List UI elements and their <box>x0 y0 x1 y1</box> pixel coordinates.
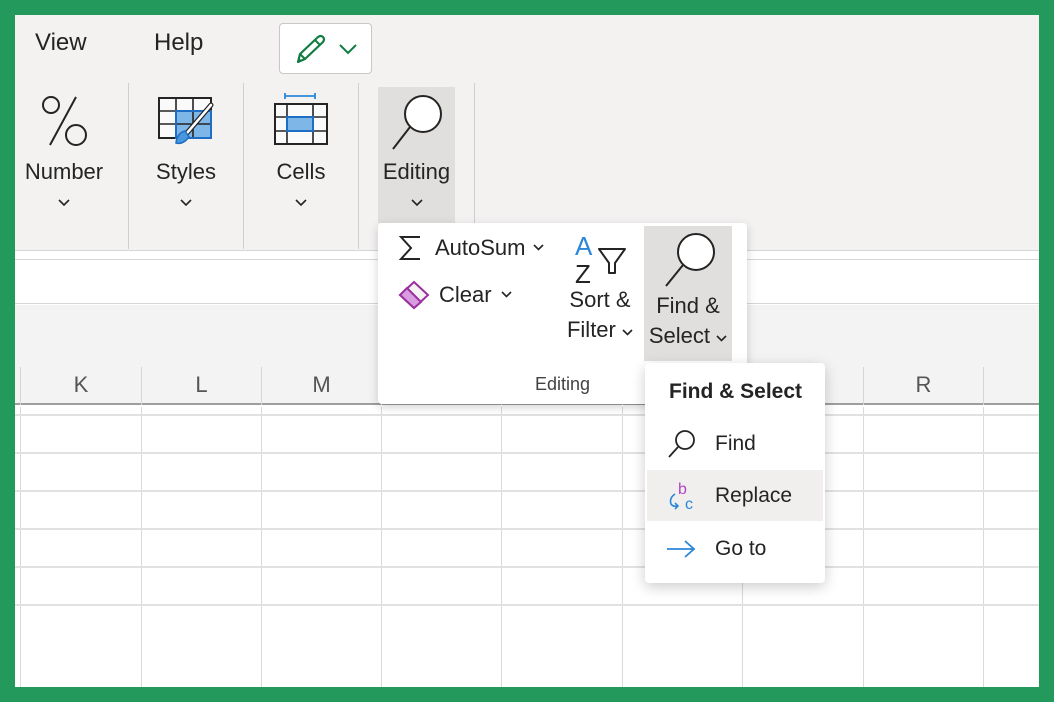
chevron-down-icon <box>339 44 357 55</box>
grid-line <box>15 414 1039 416</box>
sort-filter-icon: A Z <box>575 231 626 285</box>
chevron-down-icon <box>622 329 633 336</box>
column-header-m[interactable]: M <box>261 367 381 405</box>
grid-line <box>20 407 21 687</box>
clear-button[interactable]: Clear <box>398 280 512 310</box>
group-label-number: Number <box>24 159 104 184</box>
ribbon: View Help Number Styles Cells Editing <box>15 15 1039 251</box>
column-header-l[interactable]: L <box>141 367 261 405</box>
menu-item-find-label: Find <box>715 431 756 455</box>
ribbon-group-editing[interactable]: Editing <box>378 87 455 223</box>
magnifier-icon <box>391 95 442 150</box>
grid-line <box>381 407 382 687</box>
svg-text:Z: Z <box>575 259 591 285</box>
chevron-down-icon <box>501 291 512 298</box>
group-label-editing: Editing <box>382 159 451 184</box>
sort-filter-button[interactable]: A Z Sort & Filter <box>561 231 639 361</box>
grid-line <box>501 407 502 687</box>
pencil-icon <box>296 34 326 64</box>
grid-line <box>863 407 864 687</box>
grid-line <box>15 566 1039 568</box>
eraser-icon <box>398 280 430 310</box>
tab-view[interactable]: View <box>35 29 87 57</box>
group-label-styles: Styles <box>156 159 216 184</box>
chevron-down-icon <box>716 335 727 342</box>
sort-filter-label-line1: Sort & <box>569 287 631 312</box>
ribbon-separator <box>243 83 244 249</box>
percent-icon <box>42 96 87 146</box>
sort-filter-label-line2: Filter <box>561 315 639 345</box>
grid-line <box>141 407 142 687</box>
ribbon-separator <box>128 83 129 249</box>
grid-line <box>261 407 262 687</box>
ribbon-group-cells[interactable]: Cells <box>255 85 347 225</box>
menu-item-go-to[interactable]: Go to <box>647 523 823 574</box>
find-select-label-line1: Find & <box>656 293 720 318</box>
sigma-icon <box>398 236 420 260</box>
chevron-down-icon <box>58 199 70 207</box>
excel-window: View Help Number Styles Cells Editing K … <box>15 15 1039 687</box>
chevron-down-icon <box>532 244 544 251</box>
ribbon-group-number[interactable]: Number <box>19 85 109 225</box>
grid-line <box>15 452 1039 454</box>
svg-text:A: A <box>575 231 593 261</box>
magnifier-icon <box>665 233 715 287</box>
menu-item-replace-label: Replace <box>715 483 793 507</box>
column-header-k[interactable]: K <box>20 367 141 405</box>
column-header-s[interactable] <box>983 367 1039 405</box>
find-select-label-line2: Select <box>644 321 732 351</box>
grid-line <box>15 528 1039 530</box>
find-select-menu: Find & Select Find b c Replace Go to <box>645 363 825 583</box>
menu-item-go-to-label: Go to <box>715 536 767 560</box>
chevron-down-icon <box>180 199 192 207</box>
cells-icon <box>274 93 328 145</box>
tab-help[interactable]: Help <box>154 29 203 57</box>
menu-item-find[interactable]: Find <box>647 418 823 469</box>
replace-icon: b c <box>669 481 693 512</box>
svg-text:c: c <box>685 496 693 512</box>
group-label-cells: Cells <box>276 159 326 184</box>
ribbon-group-styles[interactable]: Styles <box>140 85 232 225</box>
editing-mode-button[interactable] <box>279 23 372 74</box>
chevron-down-icon <box>295 199 307 207</box>
grid-line <box>15 490 1039 492</box>
cell-styles-icon <box>158 97 214 145</box>
chevron-down-icon <box>410 199 423 207</box>
grid-line <box>983 407 984 687</box>
grid-line <box>622 407 623 687</box>
column-header-r[interactable]: R <box>863 367 983 405</box>
grid-line <box>15 604 1039 606</box>
worksheet-grid[interactable] <box>15 407 1039 687</box>
autosum-label: AutoSum <box>435 235 526 260</box>
find-select-button[interactable]: Find & Select <box>644 226 732 361</box>
menu-item-replace[interactable]: b c Replace <box>647 470 823 521</box>
arrow-right-icon <box>667 539 696 558</box>
autosum-button[interactable]: AutoSum <box>398 235 544 261</box>
search-icon <box>668 429 695 458</box>
ribbon-separator <box>358 83 359 249</box>
clear-label: Clear <box>439 282 492 307</box>
find-select-menu-title: Find & Select <box>669 380 803 403</box>
